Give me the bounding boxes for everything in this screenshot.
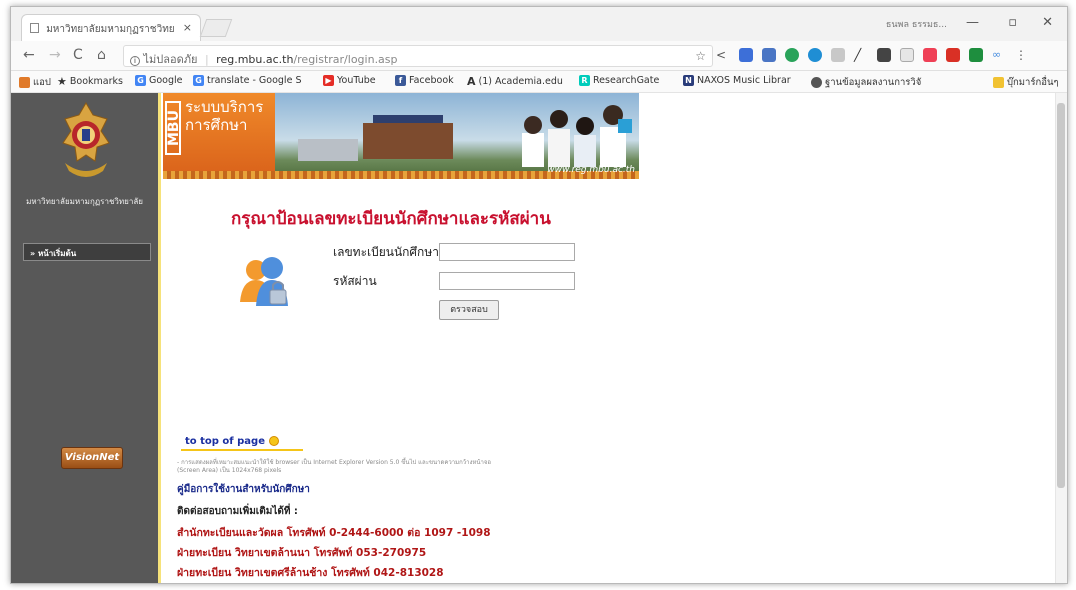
profile-name[interactable]: ธนพล ธรรมธ... <box>886 17 947 31</box>
student-id-label: เลขทะเบียนนักศึกษา <box>333 245 439 259</box>
bookmark-researchgate[interactable]: R ResearchGate <box>579 75 659 86</box>
pocket-extension-icon[interactable] <box>923 48 937 62</box>
banner-students-image <box>522 105 632 167</box>
meet-extension-icon[interactable] <box>969 48 983 62</box>
folder-icon <box>993 77 1004 88</box>
bookmark-other[interactable]: บุ๊กมาร์กอื่นๆ <box>993 75 1059 90</box>
infinity-extension-icon[interactable]: ∞ <box>992 48 1006 62</box>
bookmark-facebook[interactable]: f Facebook <box>395 75 454 86</box>
academia-icon: A <box>467 75 476 88</box>
gray-extension-icon[interactable] <box>831 48 845 62</box>
student-manual-link[interactable]: คู่มือการใช้งานสำหรับนักศึกษา <box>177 482 310 497</box>
extension-icons: < ╱ ∞ ⋮ <box>716 48 1029 62</box>
reload-button[interactable]: C <box>73 47 83 63</box>
users-icon <box>240 257 288 306</box>
star-icon: ★ <box>57 75 67 88</box>
new-tab-button[interactable] <box>199 19 233 37</box>
browser-window: มหาวิทยาลัยมหามกุฏราชวิทย × ธนพล ธรรมธ..… <box>10 6 1068 584</box>
doc-extension-icon[interactable] <box>900 48 914 62</box>
page-icon <box>30 23 39 33</box>
bookmarks-bar: แอป ★ Bookmarks G Google Gtranslate - Goog… <box>11 71 1067 93</box>
university-seal-icon <box>62 102 110 177</box>
tab-title: มหาวิทยาลัยมหามกุฏราชวิทย <box>46 24 175 35</box>
menu-item-home[interactable]: » หน้าเริ่มต้น <box>23 243 151 261</box>
back-button[interactable]: ← <box>23 47 35 63</box>
facebook-icon: f <box>395 75 406 86</box>
database-icon <box>811 77 822 88</box>
share-icon[interactable]: < <box>716 48 730 62</box>
scrollbar-thumb[interactable] <box>1057 103 1065 488</box>
toolbar: ← → C ⌂ i ไม่ปลอดภัย | reg.mbu.ac.th/reg… <box>11 41 1067 71</box>
password-label: รหัสผ่าน <box>333 274 377 288</box>
visionnet-button[interactable]: VisionNet <box>61 447 123 469</box>
security-label[interactable]: ไม่ปลอดภัย <box>144 53 198 66</box>
banner-url: www.reg.mbu.ac.th <box>547 165 635 175</box>
student-id-input[interactable] <box>439 243 575 261</box>
banner-title-line2: การศึกษา <box>185 116 248 134</box>
contact-registrar: สำนักทะเบียนและวัดผล โทรศัพท์ 0-2444-600… <box>177 527 491 539</box>
browser-tab[interactable]: มหาวิทยาลัยมหามกุฏราชวิทย × <box>21 14 201 41</box>
pen-extension-icon[interactable]: ╱ <box>854 48 868 62</box>
contact-heading: ติดต่อสอบถามเพิ่มเติมได้ที่ : <box>177 506 298 517</box>
banner-building-left <box>298 139 358 161</box>
address-host: reg.mbu.ac.th <box>216 53 294 66</box>
reader-extension-icon[interactable] <box>762 48 776 62</box>
contact-lanna: ฝ่ายทะเบียน วิทยาเขตล้านนา โทรศัพท์ 053-… <box>177 547 427 559</box>
password-input[interactable] <box>439 272 575 290</box>
sidebar: มหาวิทยาลัยมหามกุฏราชวิทยาลัย » หน้าเริ่… <box>11 93 158 583</box>
banner-title-line1: ระบบบริการ <box>185 98 264 116</box>
banner-building <box>363 123 453 159</box>
address-bar[interactable]: i ไม่ปลอดภัย | reg.mbu.ac.th/registrar/l… <box>123 45 713 67</box>
pin-extension-icon[interactable] <box>739 48 753 62</box>
submit-button[interactable]: ตรวจสอบ <box>439 300 499 320</box>
bookmark-naxos[interactable]: N NAXOS Music Librar <box>683 75 791 86</box>
to-top-underline <box>181 449 303 451</box>
contact-srilanchang: ฝ่ายทะเบียน วิทยาเขตศรีล้านช้าง โทรศัพท์… <box>177 567 444 579</box>
login-heading: กรุณาป้อนเลขทะเบียนนักศึกษาและรหัสผ่าน <box>231 209 551 229</box>
restore-button[interactable]: ▫ <box>1008 15 1017 30</box>
banner: MBU ระบบบริการ การศึกษา www.reg.mbu.ac.t… <box>163 93 639 179</box>
tab-strip: มหาวิทยาลัยมหามกุฏราชวิทย × ธนพล ธรรมธ..… <box>11 7 1067 41</box>
to-top-link[interactable]: to top of page <box>185 436 279 447</box>
tab-close-icon[interactable]: × <box>183 21 192 34</box>
banner-title-block: MBU ระบบบริการ การศึกษา <box>163 93 275 179</box>
bookmark-youtube[interactable]: ▶ YouTube <box>323 75 376 86</box>
green-extension-icon[interactable] <box>785 48 799 62</box>
bookmark-academia[interactable]: A (1) Academia.edu <box>467 75 563 88</box>
dark-extension-icon[interactable] <box>877 48 891 62</box>
blue-extension-icon[interactable] <box>808 48 822 62</box>
banner-mbu-logo: MBU <box>165 101 182 155</box>
sidebar-border <box>158 93 161 583</box>
browser-note: - การแสดงผลที่เหมาะสมแนะนำให้ใช้ browser… <box>177 459 491 474</box>
address-separator: | <box>204 53 209 66</box>
bookmark-google[interactable]: G Google <box>135 75 183 86</box>
university-name: มหาวิทยาลัยมหามกุฏราชวิทยาลัย <box>26 197 143 206</box>
bookmark-research-db[interactable]: ฐานข้อมูลผลงานการวิจั <box>811 75 921 90</box>
info-icon[interactable]: i <box>130 56 140 66</box>
star-icon[interactable]: ☆ <box>695 49 706 63</box>
web-page: มหาวิทยาลัยมหามกุฏราชวิทยาลัย » หน้าเริ่… <box>11 93 1057 583</box>
close-window-button[interactable]: ✕ <box>1042 15 1053 30</box>
youtube-icon: ▶ <box>323 75 334 86</box>
google-icon: G <box>193 75 204 86</box>
address-path: /registrar/login.asp <box>293 53 398 66</box>
researchgate-icon: R <box>579 75 590 86</box>
bookmark-bookmarks[interactable]: ★ Bookmarks <box>57 75 123 88</box>
forward-button[interactable]: → <box>49 47 61 63</box>
home-button[interactable]: ⌂ <box>97 47 106 63</box>
red-extension-icon[interactable] <box>946 48 960 62</box>
google-icon: G <box>135 75 146 86</box>
naxos-icon: N <box>683 75 694 86</box>
apps-icon <box>19 77 30 88</box>
up-bullet-icon <box>268 436 279 446</box>
menu-icon[interactable]: ⋮ <box>1015 48 1029 62</box>
bookmark-apps[interactable]: แอป <box>19 75 51 90</box>
minimize-button[interactable]: — <box>966 15 979 30</box>
bookmark-translate[interactable]: Gtranslate - Google S <box>193 75 301 86</box>
